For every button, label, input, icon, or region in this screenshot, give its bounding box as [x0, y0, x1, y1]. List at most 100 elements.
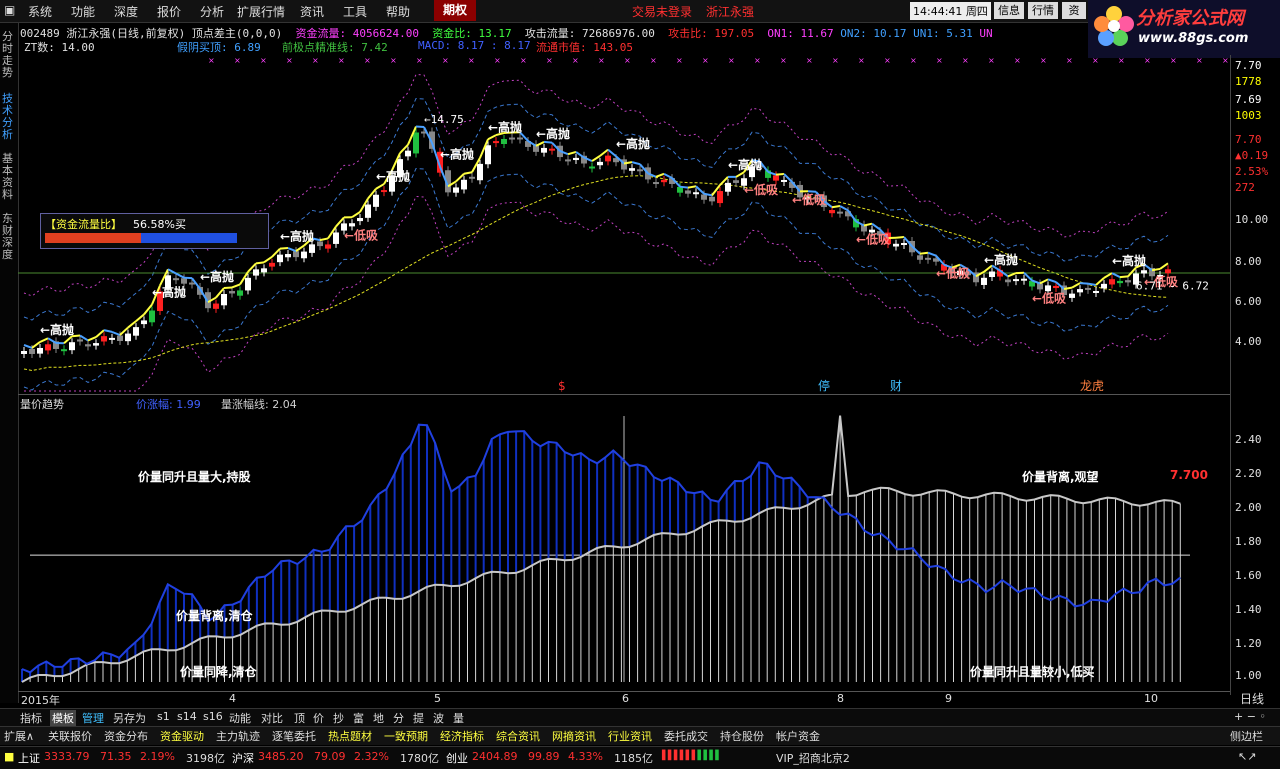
- sidebar-tab-eastmoney-depth[interactable]: 东财深度: [2, 213, 16, 261]
- toolbar-compare[interactable]: 对比: [261, 710, 283, 726]
- tb2-related[interactable]: 关联报价: [48, 728, 92, 744]
- header-zt-count: ZT数: 14.00: [24, 41, 95, 54]
- toolbar-price[interactable]: 价: [313, 710, 324, 726]
- zoom-controls[interactable]: + − ◦: [1234, 710, 1266, 723]
- trend-line-segment: [1040, 279, 1048, 283]
- sidebar-tab-fundamentals[interactable]: 基本资料: [2, 153, 16, 201]
- candle-body: [597, 162, 603, 165]
- toolbar-template[interactable]: 模板: [50, 710, 76, 726]
- menu-tools[interactable]: 工具: [343, 3, 367, 20]
- candle-body: [917, 255, 923, 259]
- tb2-orders[interactable]: 委托成交: [664, 728, 708, 744]
- tb2-fund-dist[interactable]: 资金分布: [104, 728, 148, 744]
- tb2-account[interactable]: 帐户资金: [776, 728, 820, 744]
- toolbar-manage[interactable]: 管理: [82, 710, 104, 726]
- sidebar-tab-technical[interactable]: 技术分析: [2, 93, 16, 141]
- tb2-expand[interactable]: 扩展∧: [4, 728, 34, 744]
- toolbar-s14[interactable]: s14: [177, 710, 197, 723]
- candle-body: [725, 183, 731, 192]
- tb2-web-news[interactable]: 网摘资讯: [552, 728, 596, 744]
- trend-line-segment: [1152, 269, 1160, 270]
- indicator-toolbar: 指标 模板 管理 另存为 s1 s14 s16 动能 对比 顶 价 抄 富 地 …: [0, 708, 1280, 727]
- tb2-industry[interactable]: 行业资讯: [608, 728, 652, 744]
- sell-signal-label: ←高抛: [440, 147, 474, 162]
- menu-function[interactable]: 功能: [71, 3, 95, 20]
- toolbar-rich[interactable]: 富: [353, 710, 364, 726]
- candle-body: [605, 156, 611, 162]
- market-button[interactable]: 行情: [1028, 2, 1058, 19]
- header-pivot-line: 前极点精准线: 7.42: [282, 39, 388, 55]
- tb2-tick-order[interactable]: 逐笔委托: [272, 728, 316, 744]
- status-arrows[interactable]: ↖↗: [1238, 750, 1256, 763]
- toolbar-indicator[interactable]: 指标: [20, 710, 42, 726]
- toolbar-lift[interactable]: 提: [413, 710, 424, 726]
- toolbar-s16[interactable]: s16: [203, 710, 223, 723]
- tb2-news[interactable]: 综合资讯: [496, 728, 540, 744]
- candle-body: [1005, 280, 1011, 283]
- minimize-icon[interactable]: ▭: [968, 2, 978, 15]
- candle-body: [509, 138, 515, 140]
- top-signal-marker: ×: [364, 56, 371, 65]
- menu-analysis[interactable]: 分析: [200, 3, 224, 20]
- tb2-fund-drive[interactable]: 资金驱动: [160, 728, 204, 744]
- top-signal-marker: ×: [1222, 56, 1229, 65]
- trend-line-segment: [680, 187, 688, 188]
- toolbar-divide[interactable]: 分: [393, 710, 404, 726]
- tb2-hot-topic[interactable]: 热点题材: [328, 728, 372, 744]
- resource-button[interactable]: 资: [1062, 2, 1086, 19]
- toolbar-ground[interactable]: 地: [373, 710, 384, 726]
- volume-price-chart[interactable]: [18, 408, 1230, 691]
- peak-price-label: ←14.75: [424, 113, 464, 126]
- tb2-holdings[interactable]: 持仓股份: [720, 728, 764, 744]
- toolbar-saveas[interactable]: 另存为: [113, 710, 146, 726]
- toolbar-wave[interactable]: 波: [433, 710, 444, 726]
- options-button[interactable]: 期权: [434, 0, 476, 21]
- candle-body: [701, 194, 707, 199]
- fund-flow-box: 【资金流量比】 56.58%买: [40, 213, 269, 249]
- trend-line-segment: [1080, 283, 1088, 284]
- menu-depth[interactable]: 深度: [114, 3, 138, 20]
- status-vip: VIP_招商北京2: [776, 750, 850, 766]
- login-status[interactable]: 交易未登录: [632, 3, 692, 20]
- app-menu-icon[interactable]: ▣: [4, 3, 15, 17]
- sidebar-tab-timeshare[interactable]: 分时走势: [2, 31, 16, 79]
- left-sidebar: 分时走势 技术分析 基本资料 东财深度: [0, 23, 19, 703]
- menu-system[interactable]: 系统: [28, 3, 52, 20]
- trend-line-segment: [864, 224, 872, 226]
- toolbar-momentum[interactable]: 动能: [229, 710, 251, 726]
- candle-body: [173, 278, 179, 280]
- envelope-band-line: [24, 169, 1168, 391]
- top-signal-marker: ×: [676, 56, 683, 65]
- price-axis-label: 8.00: [1235, 255, 1262, 268]
- status-hs-name[interactable]: 沪深: [232, 750, 254, 766]
- top-signal-marker: ×: [962, 56, 969, 65]
- status-hs-amt: 1780亿: [400, 750, 439, 766]
- tb2-consensus[interactable]: 一致预期: [384, 728, 428, 744]
- tb2-sidebar[interactable]: 侧边栏: [1230, 728, 1263, 744]
- toolbar-top[interactable]: 顶: [294, 710, 305, 726]
- trend-line-segment: [872, 224, 880, 230]
- menu-help[interactable]: 帮助: [386, 3, 410, 20]
- candle-body: [221, 294, 227, 305]
- trend-line-segment: [1160, 263, 1168, 269]
- candle-body: [709, 197, 715, 202]
- top-signal-marker: ×: [1144, 56, 1151, 65]
- toolbar-s1[interactable]: s1: [157, 710, 170, 723]
- trend-line-segment: [592, 156, 600, 161]
- menu-extended[interactable]: 扩展行情: [237, 3, 285, 20]
- status-cy-name[interactable]: 创业: [446, 750, 468, 766]
- toolbar-volume[interactable]: 量: [453, 710, 464, 726]
- price-axis-label: 7.70: [1235, 59, 1262, 72]
- candle-body: [301, 252, 307, 259]
- status-hs-chg: 79.09: [314, 750, 346, 763]
- tb2-main-trace[interactable]: 主力轨迹: [216, 728, 260, 744]
- current-stock-name: 浙江永强: [706, 3, 754, 20]
- tb2-economic[interactable]: 经济指标: [440, 728, 484, 744]
- menu-quote[interactable]: 报价: [157, 3, 181, 20]
- candle-body: [181, 278, 187, 283]
- sell-signal-label: ←高抛: [1112, 253, 1146, 268]
- info-button[interactable]: 信息: [994, 2, 1024, 19]
- status-sh-name[interactable]: 上证: [18, 750, 40, 766]
- toolbar-copy[interactable]: 抄: [333, 710, 344, 726]
- menu-news[interactable]: 资讯: [300, 3, 324, 20]
